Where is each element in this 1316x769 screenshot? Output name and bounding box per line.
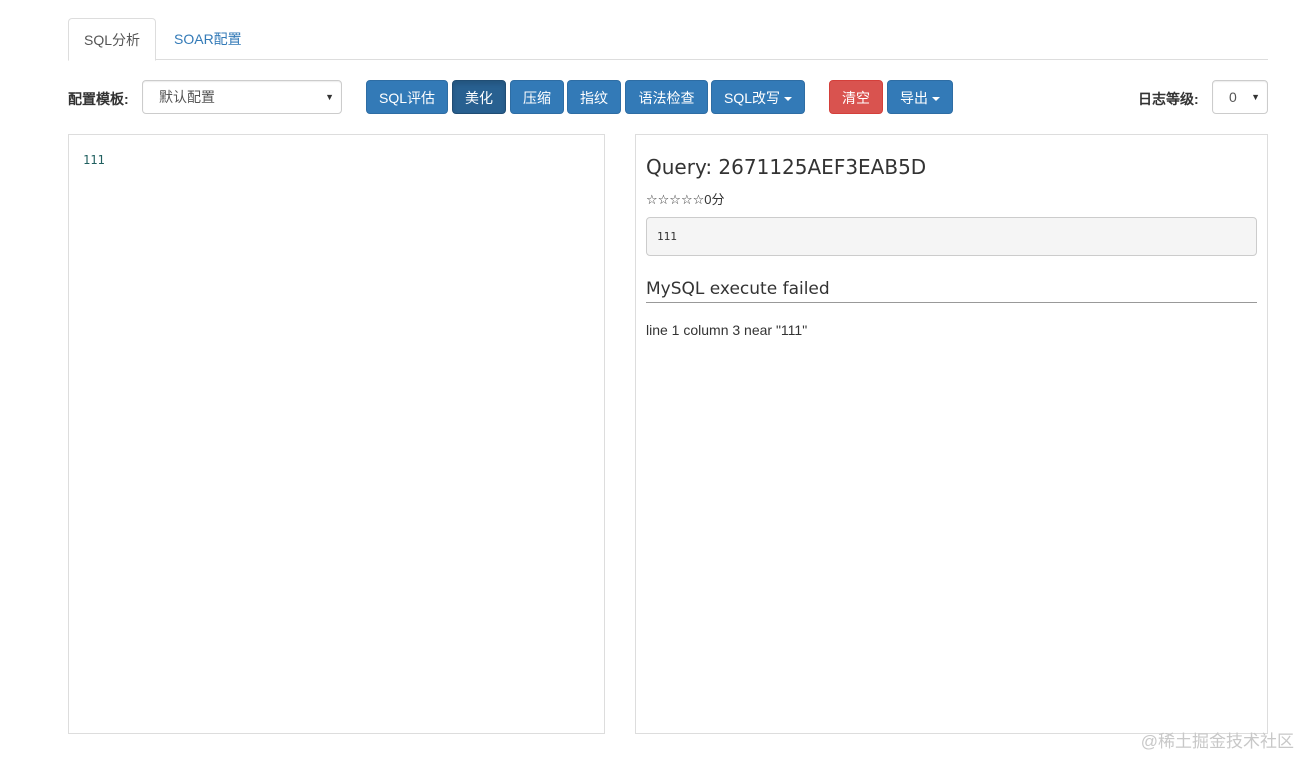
tab-soar-config[interactable]: SOAR配置 [159, 18, 257, 60]
compress-button[interactable]: 压缩 [510, 80, 564, 114]
score-rating: ☆☆☆☆☆0分 [646, 192, 725, 207]
editor-content[interactable]: 111 [83, 153, 105, 167]
sql-evaluate-button[interactable]: SQL评估 [366, 80, 448, 114]
error-message: line 1 column 3 near "111" [646, 322, 808, 338]
sql-editor[interactable]: 111 [68, 134, 605, 734]
template-select-value: 默认配置 [159, 89, 215, 105]
error-heading: MySQL execute failed [646, 279, 1257, 303]
tab-bar: SQL分析 SOAR配置 [68, 18, 1268, 61]
log-level-label: 日志等级: [1138, 91, 1199, 107]
watermark: @稀土掘金技术社区 [1140, 732, 1294, 751]
syntax-check-button[interactable]: 语法检查 [625, 80, 708, 114]
dropdown-arrow-icon: ▼ [325, 92, 334, 102]
caret-down-icon [784, 97, 792, 102]
result-panel: Query: 2671125AEF3EAB5D ☆☆☆☆☆0分 111 MySQ… [635, 134, 1268, 734]
query-title: Query: 2671125AEF3EAB5D [646, 155, 927, 179]
template-label: 配置模板: [68, 91, 129, 107]
fingerprint-button[interactable]: 指纹 [567, 80, 621, 114]
sql-rewrite-label: SQL改写 [723, 90, 780, 106]
caret-down-icon [932, 97, 940, 102]
clear-button[interactable]: 清空 [829, 80, 883, 114]
log-level-select[interactable]: 0 ▼ [1212, 80, 1268, 114]
template-select[interactable]: 默认配置 ▼ [142, 80, 342, 114]
tab-sql-analysis[interactable]: SQL分析 [68, 18, 156, 61]
log-level-value: 0 [1229, 89, 1237, 105]
export-label: 导出 [900, 90, 928, 106]
sql-code-block: 111 [646, 217, 1257, 256]
sql-rewrite-button[interactable]: SQL改写 [711, 80, 805, 114]
beautify-button[interactable]: 美化 [452, 80, 506, 114]
dropdown-arrow-icon: ▼ [1251, 92, 1260, 102]
export-button[interactable]: 导出 [887, 80, 953, 114]
